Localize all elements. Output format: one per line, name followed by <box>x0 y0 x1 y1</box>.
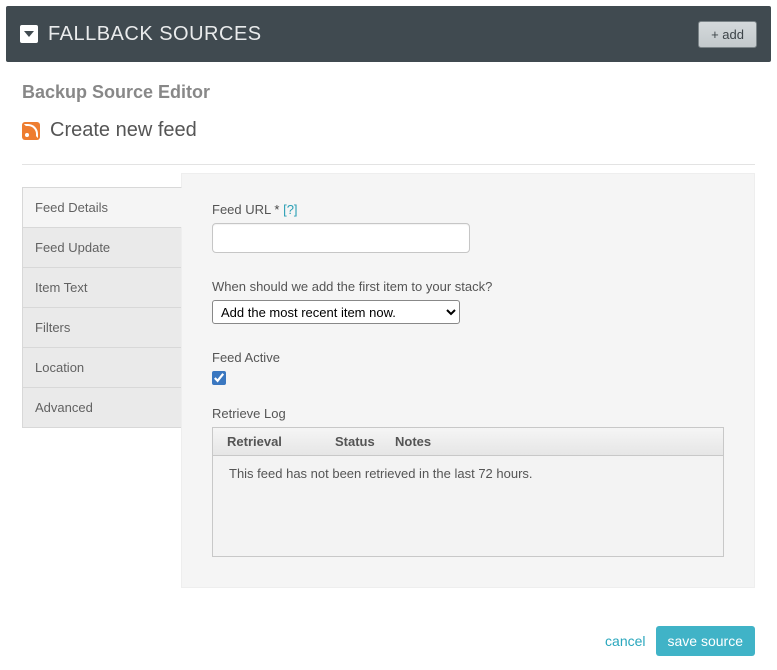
tab-location[interactable]: Location <box>22 347 182 387</box>
header-left: FALLBACK SOURCES <box>20 23 262 46</box>
tab-advanced[interactable]: Advanced <box>22 387 182 428</box>
form-panel: Feed URL * [?] When should we add the fi… <box>181 173 755 588</box>
subtitle-row: Create new feed <box>22 119 755 142</box>
editor-subtitle: Create new feed <box>50 119 197 142</box>
log-col-retrieval: Retrieval <box>227 434 335 449</box>
header-bar: FALLBACK SOURCES + add <box>6 6 771 62</box>
tabs: Feed Details Feed Update Item Text Filte… <box>22 187 182 588</box>
cancel-link[interactable]: cancel <box>605 633 645 649</box>
log-body[interactable]: This feed has not been retrieved in the … <box>213 456 723 556</box>
feed-url-label: Feed URL * [?] <box>212 202 724 217</box>
tab-filters[interactable]: Filters <box>22 307 182 347</box>
log-col-notes: Notes <box>395 434 709 449</box>
feed-url-input[interactable] <box>212 223 470 253</box>
header-title: FALLBACK SOURCES <box>48 23 262 46</box>
required-mark: * <box>274 202 279 217</box>
first-item-select[interactable]: Add the most recent item now. <box>212 300 460 324</box>
tab-item-text[interactable]: Item Text <box>22 267 182 307</box>
footer: cancel save source <box>0 608 777 670</box>
log-empty-message: This feed has not been retrieved in the … <box>229 466 533 481</box>
retrieve-log-label: Retrieve Log <box>212 406 724 421</box>
retrieve-log-box: Retrieval Status Notes This feed has not… <box>212 427 724 557</box>
editor-title: Backup Source Editor <box>22 82 755 103</box>
log-col-status: Status <box>335 434 395 449</box>
tab-feed-update[interactable]: Feed Update <box>22 227 182 267</box>
first-item-label: When should we add the first item to you… <box>212 279 724 294</box>
dropdown-box-icon <box>20 25 38 43</box>
add-button[interactable]: + add <box>698 21 757 48</box>
help-link[interactable]: [?] <box>283 202 297 217</box>
log-header: Retrieval Status Notes <box>213 428 723 456</box>
feed-active-checkbox[interactable] <box>212 371 226 385</box>
rss-icon <box>22 122 40 140</box>
feed-url-label-text: Feed URL <box>212 202 271 217</box>
divider <box>22 164 755 165</box>
tab-feed-details[interactable]: Feed Details <box>22 187 182 227</box>
save-source-button[interactable]: save source <box>656 626 755 656</box>
feed-active-label: Feed Active <box>212 350 724 365</box>
